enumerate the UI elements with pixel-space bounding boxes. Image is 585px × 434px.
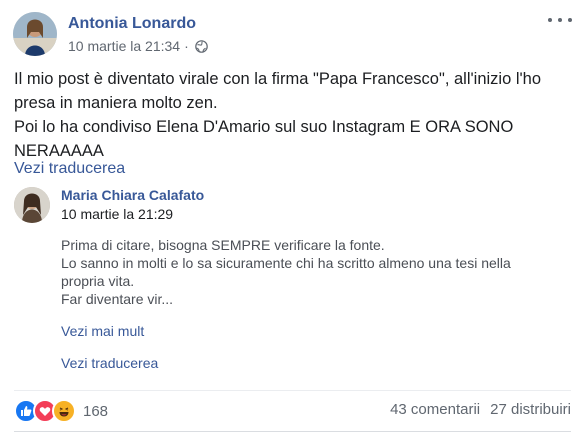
shares-count-link[interactable]: 27 distribuiri	[490, 401, 571, 418]
post-meta: 10 martie la 21:34 ·	[68, 38, 208, 54]
post-author-name[interactable]: Antonia Lonardo	[68, 15, 196, 33]
comments-count-link[interactable]: 43 comentarii	[390, 401, 480, 418]
shared-text-line: Lo sanno in molti e lo sa sicuramente ch…	[61, 255, 511, 289]
more-options-icon[interactable]	[548, 12, 572, 28]
post-text-line: Il mio post è diventato virale con la fi…	[14, 70, 542, 112]
shared-text-line: Prima di citare, bisogna SEMPRE verifica…	[61, 237, 385, 253]
shared-see-translation-link[interactable]: Vezi traducerea	[61, 355, 158, 371]
post-date[interactable]: 10 martie la 21:34	[68, 38, 180, 54]
engagement-counts: 43 comentarii 27 distribuiri	[390, 401, 571, 418]
divider	[14, 390, 571, 391]
see-more-link[interactable]: Vezi mai mult	[61, 323, 144, 339]
post-text-line: Poi lo ha condiviso Elena D'Amario sul s…	[14, 118, 514, 160]
shared-avatar-photo	[14, 187, 50, 223]
meta-separator: ·	[184, 38, 189, 54]
shared-post-date[interactable]: 10 martie la 21:29	[61, 206, 173, 222]
see-translation-link[interactable]: Vezi traducerea	[14, 160, 125, 178]
shared-post-text: Prima di citare, bisogna SEMPRE verifica…	[61, 236, 541, 308]
avatar-photo	[13, 12, 57, 56]
globe-icon[interactable]	[194, 39, 208, 53]
reactions-summary[interactable]: 168	[14, 399, 108, 423]
haha-icon	[52, 399, 76, 423]
divider	[14, 431, 571, 432]
shared-author-name[interactable]: Maria Chiara Calafato	[61, 187, 204, 203]
shared-author-avatar[interactable]	[14, 187, 50, 223]
post-card: Antonia Lonardo 10 martie la 21:34 · Il …	[0, 0, 585, 434]
reaction-count: 168	[83, 402, 109, 420]
shared-text-line: Far diventare vir...	[61, 291, 174, 307]
post-text: Il mio post è diventato virale con la fi…	[14, 67, 574, 163]
author-avatar[interactable]	[13, 12, 57, 56]
